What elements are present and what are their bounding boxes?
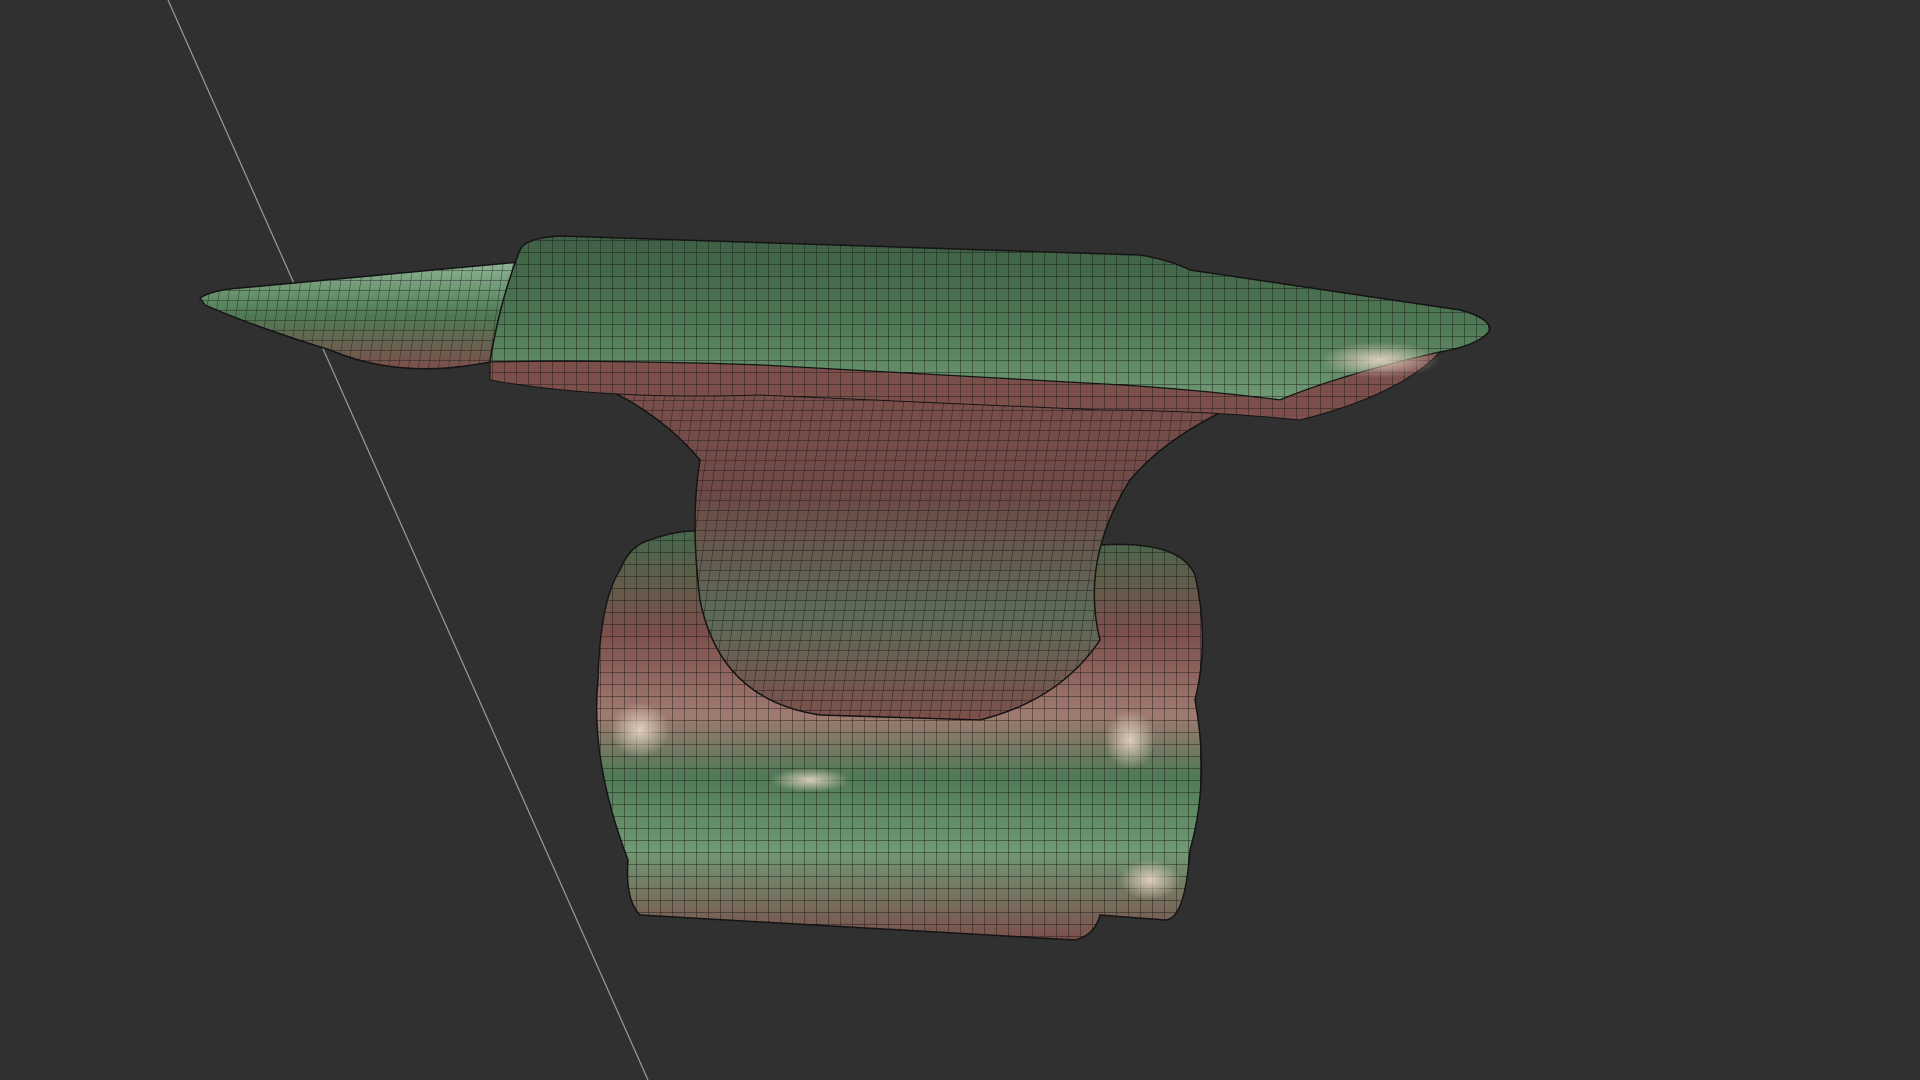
specular-highlight <box>1120 860 1180 900</box>
viewport-canvas[interactable] <box>0 0 1920 1080</box>
specular-highlight <box>610 702 670 758</box>
3d-viewport[interactable] <box>0 0 1920 1080</box>
anvil-model[interactable] <box>198 235 1491 941</box>
world-axis-line <box>167 0 649 1080</box>
specular-highlight <box>770 768 850 792</box>
specular-highlight <box>1320 342 1440 378</box>
specular-highlight <box>1105 710 1155 770</box>
